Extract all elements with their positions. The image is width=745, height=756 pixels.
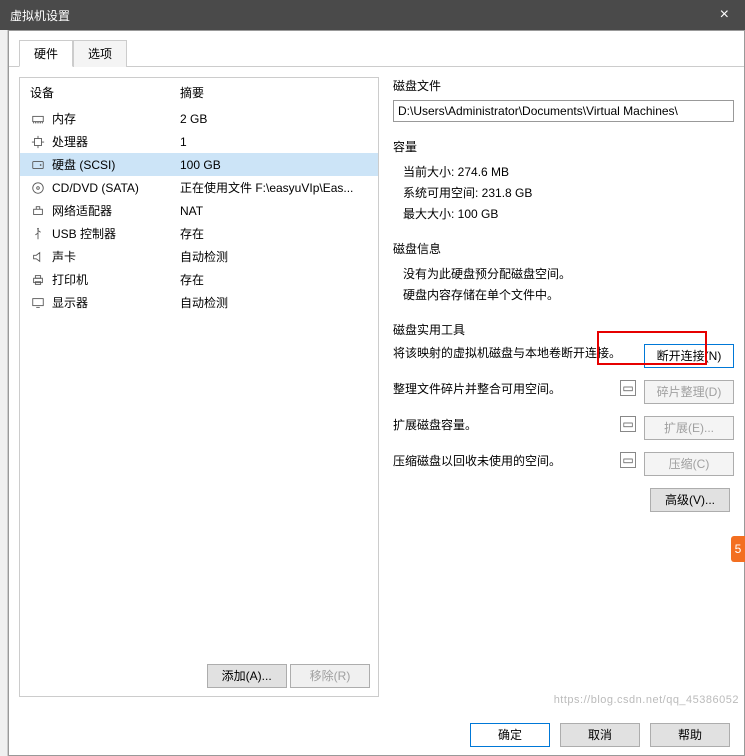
- device-summary: 存在: [180, 225, 368, 242]
- device-row-cpu[interactable]: 处理器 1: [20, 130, 378, 153]
- map-icon: ▭: [620, 416, 636, 432]
- device-row-cd[interactable]: CD/DVD (SATA) 正在使用文件 F:\easyuVIp\Eas...: [20, 176, 378, 199]
- disconnect-button[interactable]: 断开连接(N): [644, 344, 734, 368]
- device-name: 声卡: [52, 248, 180, 265]
- hardware-list: 内存 2 GB 处理器 1 硬盘 (SCSI) 100 GB CD/DVD (S…: [20, 107, 378, 656]
- device-name: 显示器: [52, 294, 180, 311]
- device-summary: 2 GB: [180, 112, 368, 126]
- capacity-max: 最大大小: 100 GB: [393, 203, 734, 224]
- device-row-disk[interactable]: 硬盘 (SCSI) 100 GB: [20, 153, 378, 176]
- disk-file-title: 磁盘文件: [393, 77, 734, 94]
- disk-icon: [30, 157, 46, 173]
- tools-title: 磁盘实用工具: [393, 321, 734, 338]
- printer-icon: [30, 272, 46, 288]
- tab-options[interactable]: 选项: [73, 40, 127, 67]
- titlebar: 虚拟机设置 ×: [0, 0, 745, 30]
- defrag-button: 碎片整理(D): [644, 380, 734, 404]
- tabs: 硬件 选项: [9, 31, 744, 67]
- device-name: 网络适配器: [52, 202, 180, 219]
- device-name: 打印机: [52, 271, 180, 288]
- capacity-title: 容量: [393, 138, 734, 155]
- map-icon: ▭: [620, 380, 636, 396]
- hardware-panel: 设备 摘要 内存 2 GB 处理器 1 硬盘 (SCSI) 100 GB: [19, 77, 379, 697]
- capacity-free: 系统可用空间: 231.8 GB: [393, 182, 734, 203]
- sound-icon: [30, 249, 46, 265]
- dialog-footer: 确定 取消 帮助: [470, 723, 730, 747]
- device-summary: 100 GB: [180, 158, 368, 172]
- compact-desc: 压缩磁盘以回收未使用的空间。: [393, 452, 620, 469]
- expand-desc: 扩展磁盘容量。: [393, 416, 620, 433]
- device-row-memory[interactable]: 内存 2 GB: [20, 107, 378, 130]
- network-icon: [30, 203, 46, 219]
- defrag-desc: 整理文件碎片并整合可用空间。: [393, 380, 620, 397]
- capacity-current: 当前大小: 274.6 MB: [393, 161, 734, 182]
- display-icon: [30, 295, 46, 311]
- cancel-button[interactable]: 取消: [560, 723, 640, 747]
- usb-icon: [30, 226, 46, 242]
- device-name: 处理器: [52, 133, 180, 150]
- advanced-button[interactable]: 高级(V)...: [650, 488, 730, 512]
- compact-button: 压缩(C): [644, 452, 734, 476]
- hardware-list-header: 设备 摘要: [20, 78, 378, 107]
- map-icon: ▭: [620, 452, 636, 468]
- disk-info-line2: 硬盘内容存储在单个文件中。: [393, 284, 734, 305]
- window-title: 虚拟机设置: [10, 7, 70, 24]
- memory-icon: [30, 111, 46, 127]
- disk-info-line1: 没有为此硬盘预分配磁盘空间。: [393, 263, 734, 284]
- device-row-network[interactable]: 网络适配器 NAT: [20, 199, 378, 222]
- device-summary: 自动检测: [180, 294, 368, 311]
- device-row-usb[interactable]: USB 控制器 存在: [20, 222, 378, 245]
- cpu-icon: [30, 134, 46, 150]
- left-gutter: [0, 30, 8, 756]
- header-summary: 摘要: [180, 84, 204, 101]
- device-row-display[interactable]: 显示器 自动检测: [20, 291, 378, 314]
- device-summary: 自动检测: [180, 248, 368, 265]
- header-device: 设备: [30, 84, 180, 101]
- disconnect-desc: 将该映射的虚拟机磁盘与本地卷断开连接。: [393, 344, 644, 361]
- disk-info-title: 磁盘信息: [393, 240, 734, 257]
- tab-hardware[interactable]: 硬件: [19, 40, 73, 67]
- device-summary: 正在使用文件 F:\easyuVIp\Eas...: [180, 179, 368, 196]
- watermark: https://blog.csdn.net/qq_45386052: [554, 694, 739, 706]
- device-summary: 1: [180, 135, 368, 149]
- cd-icon: [30, 180, 46, 196]
- device-name: 内存: [52, 110, 180, 127]
- help-button[interactable]: 帮助: [650, 723, 730, 747]
- detail-panel: 磁盘文件 D:\Users\Administrator\Documents\Vi…: [379, 77, 734, 697]
- device-row-sound[interactable]: 声卡 自动检测: [20, 245, 378, 268]
- ok-button[interactable]: 确定: [470, 723, 550, 747]
- device-name: 硬盘 (SCSI): [52, 156, 180, 173]
- device-row-printer[interactable]: 打印机 存在: [20, 268, 378, 291]
- remove-button: 移除(R): [290, 664, 370, 688]
- device-summary: 存在: [180, 271, 368, 288]
- side-badge: 5: [731, 536, 745, 562]
- expand-button: 扩展(E)...: [644, 416, 734, 440]
- device-name: USB 控制器: [52, 225, 180, 242]
- close-icon[interactable]: ×: [714, 6, 735, 24]
- disk-file-path[interactable]: D:\Users\Administrator\Documents\Virtual…: [393, 100, 734, 122]
- dialog-body: 硬件 选项 设备 摘要 内存 2 GB 处理器 1: [8, 30, 745, 756]
- device-summary: NAT: [180, 204, 368, 218]
- add-button[interactable]: 添加(A)...: [207, 664, 287, 688]
- device-name: CD/DVD (SATA): [52, 181, 180, 195]
